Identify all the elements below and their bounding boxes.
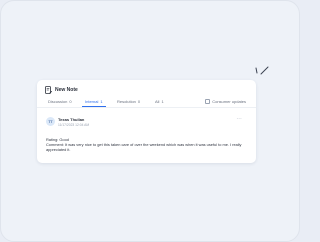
- consumer-updates-checkbox[interactable]: [205, 99, 211, 104]
- tab-label: Internal: [85, 99, 99, 104]
- note-timestamp: 11/17/2023 12:04 AM: [58, 123, 90, 127]
- new-note-card: New Note Discussion 0 Internal 1 Resolut…: [37, 80, 256, 163]
- tab-count: 1: [100, 99, 103, 104]
- tab-count: 0: [69, 99, 72, 104]
- card-header: New Note: [45, 85, 78, 95]
- tab-label: Discussion: [48, 99, 68, 104]
- tab-discussion[interactable]: Discussion 0: [48, 97, 72, 106]
- decorative-strokes-icon: [255, 66, 269, 75]
- tab-all[interactable]: All 1: [155, 97, 164, 106]
- note-comment: Comment: It was very nice to get this ta…: [46, 142, 242, 152]
- tab-label: Resolution: [117, 99, 136, 104]
- consumer-updates-label: Consumer updates: [212, 99, 246, 104]
- tab-label: All: [155, 99, 160, 104]
- consumer-updates-filter[interactable]: Consumer updates: [205, 98, 246, 105]
- note-icon: [45, 86, 52, 94]
- tab-resolution[interactable]: Resolution 0: [117, 97, 140, 106]
- tab-count: 0: [137, 99, 141, 104]
- avatar: TT: [46, 117, 55, 126]
- note-author: Texas Thullan: [58, 117, 85, 122]
- tab-divider: [37, 107, 256, 108]
- note-body: Rating: Good Comment: It was very nice t…: [46, 137, 251, 152]
- tab-internal[interactable]: Internal 1: [82, 97, 106, 107]
- card-title: New Note: [55, 87, 78, 93]
- tab-count: 1: [161, 99, 164, 104]
- more-options-button[interactable]: ···: [236, 117, 242, 122]
